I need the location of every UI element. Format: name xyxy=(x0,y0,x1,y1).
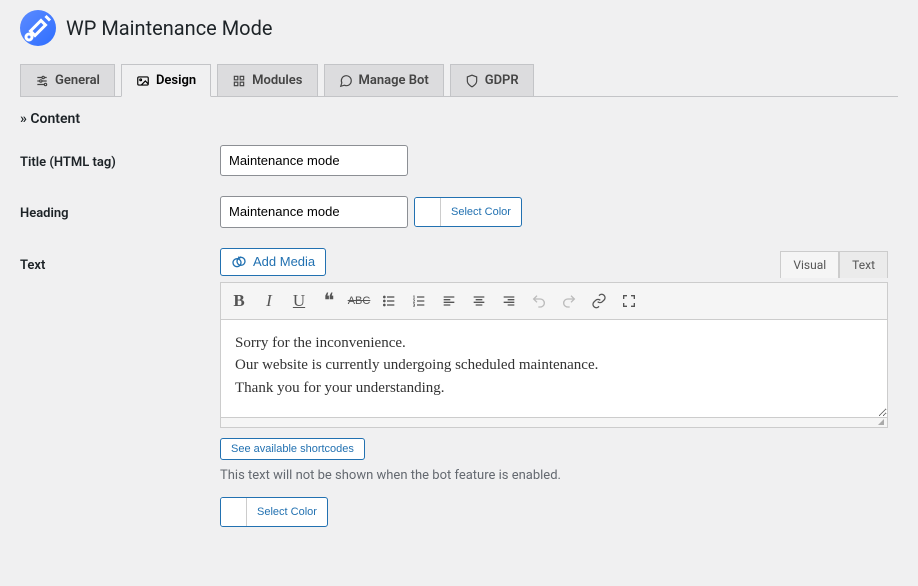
page-header: WP Maintenance Mode xyxy=(20,10,898,46)
title-input[interactable] xyxy=(220,145,408,176)
color-swatch-icon xyxy=(221,498,247,526)
title-label: Title (HTML tag) xyxy=(20,145,220,196)
editor-line: Thank you for your understanding. xyxy=(235,377,873,400)
media-icon xyxy=(231,254,247,270)
section-content-title: » Content xyxy=(20,111,898,127)
ordered-list-button[interactable]: 123 xyxy=(405,287,433,315)
tab-general[interactable]: General xyxy=(20,64,115,96)
italic-button[interactable]: I xyxy=(255,287,283,315)
fullscreen-button[interactable] xyxy=(615,287,643,315)
editor-line: Our website is currently undergoing sche… xyxy=(235,354,873,377)
tab-modules[interactable]: Modules xyxy=(217,64,317,96)
heading-color-button[interactable]: Select Color xyxy=(414,197,522,227)
tab-design[interactable]: Design xyxy=(121,64,211,97)
wysiwyg-editor: Visual Text B I U ❝ ABC 123 xyxy=(220,282,888,428)
underline-button[interactable]: U xyxy=(285,287,313,315)
sliders-icon xyxy=(35,74,49,88)
see-shortcodes-button[interactable]: See available shortcodes xyxy=(220,438,365,460)
page-title: WP Maintenance Mode xyxy=(66,16,272,40)
svg-text:3: 3 xyxy=(413,302,415,307)
editor-tab-visual[interactable]: Visual xyxy=(780,251,839,278)
add-media-button[interactable]: Add Media xyxy=(220,248,326,276)
strikethrough-button[interactable]: ABC xyxy=(345,287,373,315)
tab-manage-bot[interactable]: Manage Bot xyxy=(324,64,444,96)
text-label: Text xyxy=(20,248,220,550)
bullet-list-button[interactable] xyxy=(375,287,403,315)
shield-icon xyxy=(465,74,479,88)
plugin-logo-icon xyxy=(20,10,56,46)
editor-tab-text[interactable]: Text xyxy=(839,251,888,278)
text-color-button[interactable]: Select Color xyxy=(220,497,328,527)
resize-handle-icon[interactable] xyxy=(220,418,888,428)
editor-line: Sorry for the inconvenience. xyxy=(235,332,873,355)
blockquote-button[interactable]: ❝ xyxy=(315,287,343,315)
editor-toolbar: B I U ❝ ABC 123 xyxy=(220,282,888,320)
bot-notice-text: This text will not be shown when the bot… xyxy=(220,468,888,483)
tab-gdpr[interactable]: GDPR xyxy=(450,64,534,96)
image-icon xyxy=(136,74,150,88)
align-center-button[interactable] xyxy=(465,287,493,315)
color-swatch-icon xyxy=(415,198,441,226)
chat-icon xyxy=(339,74,353,88)
grid-icon xyxy=(232,74,246,88)
align-right-button[interactable] xyxy=(495,287,523,315)
heading-input[interactable] xyxy=(220,196,408,227)
bold-button[interactable]: B xyxy=(225,287,253,315)
link-button[interactable] xyxy=(585,287,613,315)
redo-button[interactable] xyxy=(555,287,583,315)
editor-content-area[interactable]: Sorry for the inconvenience. Our website… xyxy=(220,320,888,418)
settings-tabs: General Design Modules Manage Bot GDPR xyxy=(20,64,898,97)
heading-label: Heading xyxy=(20,196,220,247)
undo-button[interactable] xyxy=(525,287,553,315)
align-left-button[interactable] xyxy=(435,287,463,315)
